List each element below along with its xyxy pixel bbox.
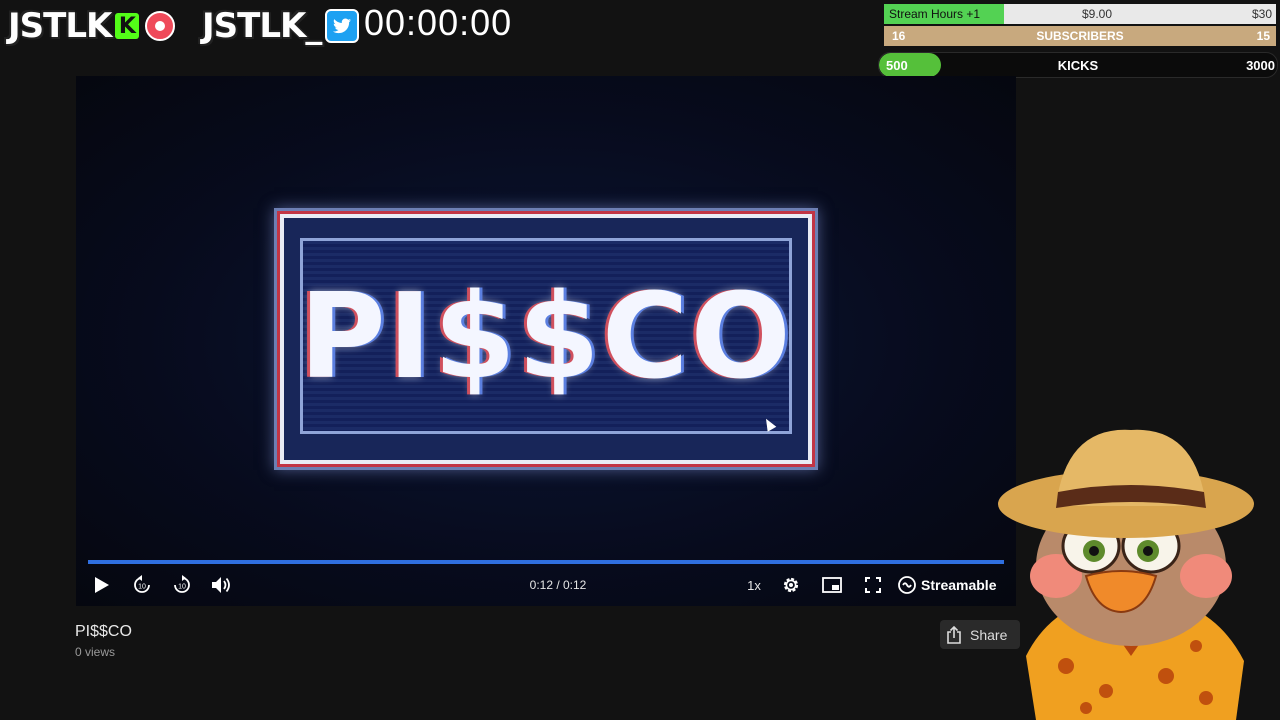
video-logo-inner: PI$$CO xyxy=(299,238,793,434)
progress-fill xyxy=(88,560,1004,564)
forward-10-icon: 10 xyxy=(174,575,190,593)
picture-in-picture-icon xyxy=(822,577,842,593)
kicks-goal: 500 KICKS 3000 xyxy=(878,52,1278,78)
gear-icon xyxy=(783,577,799,593)
volume-button[interactable] xyxy=(210,570,234,600)
picture-in-picture-button[interactable] xyxy=(821,570,843,600)
video-frame[interactable]: PI$$CO xyxy=(76,76,1016,606)
streamable-link[interactable]: Streamable xyxy=(898,570,996,600)
view-count: 0 views xyxy=(75,645,116,659)
twitter-brand-text: JSTLK_ xyxy=(202,6,322,46)
video-logo: PI$$CO xyxy=(280,214,812,464)
video-player[interactable]: PI$$CO 10 10 0:12 / 0:12 1x Streamable xyxy=(76,76,1016,606)
fullscreen-button[interactable] xyxy=(862,570,884,600)
subscribers-label: SUBSCRIBERS xyxy=(1036,29,1124,43)
playback-time: 0:12 / 0:12 xyxy=(529,578,587,592)
subscribers-goal: 16 SUBSCRIBERS 15 xyxy=(884,26,1276,46)
video-logo-text: PI$$CO xyxy=(299,267,793,405)
stream-hours-mid: $9.00 xyxy=(1082,7,1113,21)
subscribers-max: 15 xyxy=(1256,29,1270,43)
rewind-10-button[interactable]: 10 xyxy=(130,570,154,600)
play-icon xyxy=(95,577,109,593)
twitter-icon xyxy=(325,9,360,43)
streamable-label: Streamable xyxy=(921,577,997,593)
twitter-brand: JSTLK_ xyxy=(202,4,360,48)
playback-speed-button[interactable]: 1x xyxy=(744,570,764,600)
fullscreen-icon xyxy=(865,577,881,593)
volume-icon xyxy=(212,577,230,593)
svg-text:10: 10 xyxy=(138,584,146,591)
stream-hours-goal: Stream Hours +1 $9.00 $30 xyxy=(884,4,1276,24)
share-icon xyxy=(947,625,961,644)
player-controls: 10 10 0:12 / 0:12 1x Streamable xyxy=(76,570,1016,600)
video-title: PI$$CO xyxy=(75,623,132,640)
kick-brand-text: JSTLK xyxy=(8,6,112,46)
streamable-icon xyxy=(898,576,916,594)
mascot-image xyxy=(998,429,1254,720)
stream-hours-max: $30 xyxy=(1251,7,1272,21)
stream-hours-label: Stream Hours +1 xyxy=(889,7,981,21)
kick-brand: JSTLK K xyxy=(8,4,176,48)
progress-bar[interactable] xyxy=(88,560,1004,564)
kicks-label: KICKS xyxy=(1057,57,1099,73)
stream-timer: 00:00:00 xyxy=(364,2,513,43)
kick-icon: K xyxy=(115,13,140,39)
rewind-10-icon: 10 xyxy=(134,575,150,593)
kicks-max: 3000 xyxy=(1246,57,1275,73)
forward-10-button[interactable]: 10 xyxy=(170,570,194,600)
play-button[interactable] xyxy=(90,570,114,600)
settings-button[interactable] xyxy=(780,570,802,600)
svg-text:10: 10 xyxy=(178,584,186,591)
record-icon xyxy=(145,11,176,41)
